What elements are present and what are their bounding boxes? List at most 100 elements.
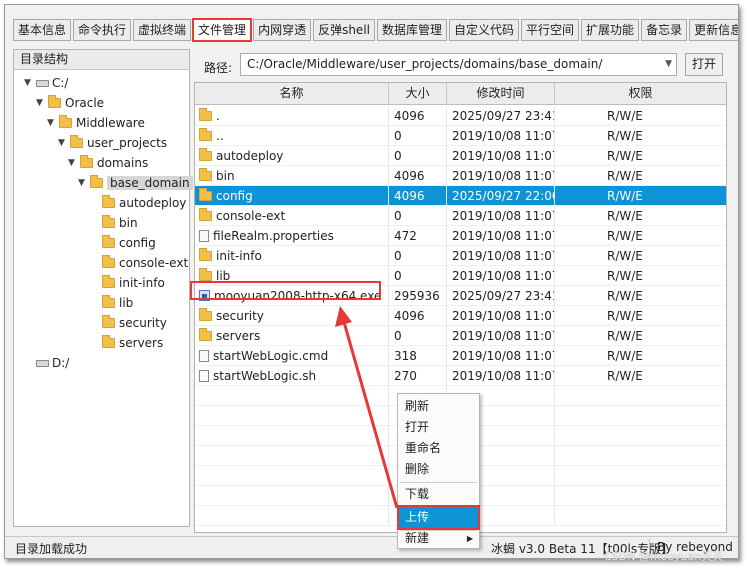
- column-header-permission[interactable]: 权限: [555, 83, 726, 104]
- table-row[interactable]: bin 40962019/10/08 11:07...R/W/E: [195, 166, 726, 186]
- tree-node-init-info[interactable]: init-info: [102, 273, 165, 293]
- cell-modified-time: 2019/10/08 11:07...: [447, 126, 555, 146]
- file-name: startWebLogic.sh: [213, 368, 317, 383]
- tree-header: 目录结构: [14, 50, 189, 70]
- tree-node-d-drive[interactable]: D:/: [36, 353, 69, 373]
- folder-icon: [199, 127, 212, 141]
- tab-command-exec[interactable]: 命令执行: [73, 19, 132, 41]
- tree-node-domains[interactable]: ▼ domains: [68, 153, 148, 173]
- path-input[interactable]: C:/Oracle/Middleware/user_projects/domai…: [240, 53, 677, 76]
- table-row[interactable]: autodeploy 02019/10/08 11:07...R/W/E: [195, 146, 726, 166]
- table-row[interactable]: fileRealm.properties 4722019/10/08 11:07.…: [195, 226, 726, 246]
- menu-item-open[interactable]: 打开: [399, 417, 478, 438]
- tree-node-servers[interactable]: servers: [102, 333, 163, 353]
- cell-permission: R/W/E: [555, 326, 726, 346]
- tree-node-lib[interactable]: lib: [102, 293, 133, 313]
- cell-size: 4096: [389, 166, 447, 186]
- tab-database[interactable]: 数据库管理: [377, 19, 448, 41]
- table-row[interactable]: servers 02019/10/08 11:07...R/W/E: [195, 326, 726, 346]
- cell-name: .: [195, 106, 389, 126]
- tab-intranet-tunnel[interactable]: 内网穿透: [253, 19, 312, 41]
- file-name: console-ext: [216, 208, 286, 223]
- folder-icon: [70, 135, 83, 148]
- tab-basic-info[interactable]: 基本信息: [13, 19, 72, 41]
- table-row[interactable]: . 40962025/09/27 23:41...R/W/E: [195, 106, 726, 126]
- cell-permission: R/W/E: [555, 226, 726, 246]
- table-row[interactable]: console-ext 02019/10/08 11:07...R/W/E: [195, 206, 726, 226]
- tab-file-manager[interactable]: 文件管理: [192, 18, 253, 42]
- column-header-size[interactable]: 大小: [389, 83, 447, 104]
- empty-cell: [555, 506, 726, 526]
- cell-permission: R/W/E: [555, 206, 726, 226]
- expand-arrow-icon[interactable]: ▼: [68, 158, 80, 168]
- path-value: C:/Oracle/Middleware/user_projects/domai…: [247, 57, 603, 71]
- folder-icon: [199, 147, 212, 161]
- cell-modified-time: 2019/10/08 11:07...: [447, 346, 555, 366]
- table-row[interactable]: init-info 02019/10/08 11:07...R/W/E: [195, 246, 726, 266]
- tree-node-security[interactable]: security: [102, 313, 167, 333]
- tree-node-base-domain[interactable]: ▼ base_domain: [78, 173, 193, 193]
- file-icon: [199, 229, 209, 242]
- cell-name: startWebLogic.cmd: [195, 346, 389, 366]
- cell-modified-time: 2019/10/08 11:07...: [447, 146, 555, 166]
- cell-permission: R/W/E: [555, 106, 726, 126]
- table-row[interactable]: config 40962025/09/27 22:00...R/W/E: [195, 186, 726, 206]
- cell-permission: R/W/E: [555, 186, 726, 206]
- folder-icon: [102, 295, 115, 308]
- tab-memo[interactable]: 备忘录: [641, 19, 688, 41]
- tree-node-bin[interactable]: bin: [102, 213, 138, 233]
- expand-arrow-icon[interactable]: ▼: [78, 178, 90, 188]
- cell-size: 0: [389, 206, 447, 226]
- cell-size: 0: [389, 146, 447, 166]
- cell-size: 0: [389, 326, 447, 346]
- annotation-highlight-box: [190, 281, 381, 300]
- menu-item-rename[interactable]: 重命名: [399, 438, 478, 459]
- expand-arrow-icon[interactable]: ▼: [24, 78, 36, 88]
- tree-node-console-ext[interactable]: console-ext: [102, 253, 188, 273]
- file-name: init-info: [216, 248, 262, 263]
- table-row[interactable]: security 40962019/10/08 11:07...R/W/E: [195, 306, 726, 326]
- file-name: ..: [216, 128, 224, 143]
- submenu-arrow-icon: ▶: [466, 534, 473, 543]
- file-name: fileRealm.properties: [213, 228, 334, 243]
- tab-update-info[interactable]: 更新信息: [689, 19, 738, 41]
- dropdown-arrow-icon[interactable]: ▼: [665, 54, 672, 75]
- tab-parallel-space[interactable]: 平行空间: [521, 19, 580, 41]
- tree-node-c-drive[interactable]: ▼ C:/: [24, 73, 68, 93]
- expand-arrow-icon[interactable]: ▼: [47, 118, 59, 128]
- tab-reverse-shell[interactable]: 反弹shell: [313, 19, 375, 41]
- cell-size: 472: [389, 226, 447, 246]
- cell-permission: R/W/E: [555, 266, 726, 286]
- expand-arrow-icon[interactable]: ▼: [58, 138, 70, 148]
- menu-item-download[interactable]: 下载: [399, 484, 478, 505]
- menu-item-delete[interactable]: 删除: [399, 459, 478, 480]
- column-header-name[interactable]: 名称: [195, 83, 389, 104]
- menu-item-new-label: 新建: [405, 531, 430, 545]
- empty-cell: [195, 486, 389, 506]
- tab-virtual-terminal[interactable]: 虚拟终端: [133, 19, 192, 41]
- tree-node-middleware[interactable]: ▼ Middleware: [47, 113, 145, 133]
- cell-modified-time: 2025/09/27 22:00...: [447, 186, 555, 206]
- tree-node-user-projects[interactable]: ▼ user_projects: [58, 133, 167, 153]
- file-name: .: [216, 108, 220, 123]
- file-name: startWebLogic.cmd: [213, 348, 329, 363]
- table-row[interactable]: startWebLogic.sh 2702019/10/08 11:07...R/…: [195, 366, 726, 386]
- menu-item-refresh[interactable]: 刷新: [399, 396, 478, 417]
- tree-node-oracle[interactable]: ▼ Oracle: [36, 93, 104, 113]
- open-button[interactable]: 打开: [685, 53, 723, 76]
- table-row[interactable]: .. 02019/10/08 11:07...R/W/E: [195, 126, 726, 146]
- folder-icon: [102, 255, 115, 268]
- tab-custom-code[interactable]: 自定义代码: [449, 19, 520, 41]
- column-header-modified[interactable]: 修改时间: [447, 83, 555, 104]
- menu-item-upload[interactable]: 上传: [397, 505, 480, 530]
- tree-node-config[interactable]: config: [102, 233, 156, 253]
- empty-cell: [555, 446, 726, 466]
- cell-size: 270: [389, 366, 447, 386]
- tree-node-autodeploy[interactable]: autodeploy: [102, 193, 186, 213]
- directory-tree: 目录结构 ▼ C:/ ▼ Oracle ▼ Middleware ▼ user_…: [13, 49, 193, 527]
- table-row[interactable]: startWebLogic.cmd 3182019/10/08 11:07...R…: [195, 346, 726, 366]
- cell-modified-time: 2019/10/08 11:07...: [447, 166, 555, 186]
- menu-item-new[interactable]: 新建 ▶: [399, 528, 478, 549]
- expand-arrow-icon[interactable]: ▼: [36, 98, 48, 108]
- tab-extensions[interactable]: 扩展功能: [581, 19, 640, 41]
